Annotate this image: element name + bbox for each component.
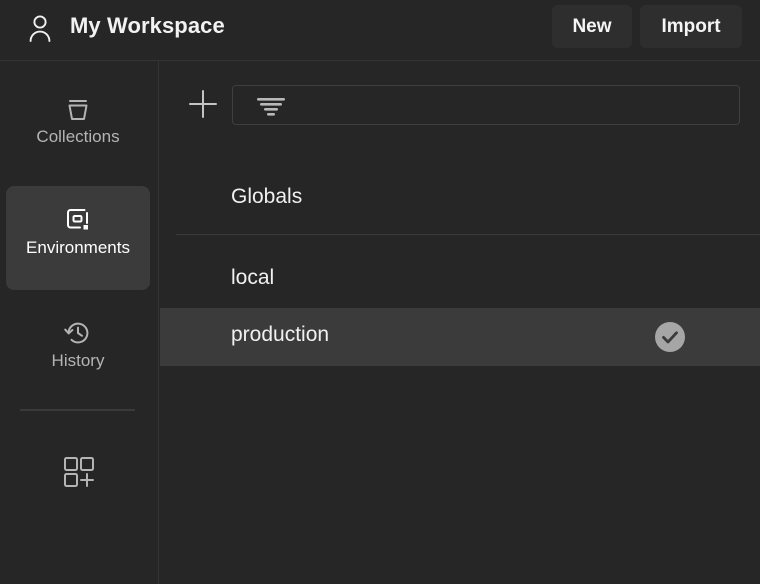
history-clock-icon <box>61 316 95 350</box>
sidebar-item-environments[interactable]: Environments <box>6 186 150 290</box>
sidebar-item-label: Collections <box>36 127 120 146</box>
sidebar: Collections Environments History <box>0 61 159 584</box>
collections-bucket-icon <box>61 92 95 126</box>
workspace-title: My Workspace <box>70 13 225 38</box>
sidebar-item-history[interactable]: History <box>6 310 150 386</box>
user-icon <box>24 12 56 44</box>
import-button[interactable]: Import <box>640 5 742 48</box>
sidebar-divider <box>20 409 135 411</box>
list-divider <box>176 234 760 235</box>
new-button[interactable]: New <box>552 5 632 48</box>
list-item[interactable]: local <box>160 250 760 308</box>
filter-icon <box>255 95 287 117</box>
sidebar-item-label: History <box>51 351 105 370</box>
add-environment-button[interactable] <box>185 86 221 122</box>
environments-icon <box>61 203 95 237</box>
environments-panel: Globals local production <box>160 61 760 584</box>
add-apps-grid-icon[interactable] <box>58 451 98 491</box>
environment-name: production <box>231 323 330 346</box>
environment-name: Globals <box>231 185 303 208</box>
app-window: My Workspace New Import Collections Envi… <box>0 0 760 584</box>
app-header: My Workspace New Import <box>0 0 760 61</box>
filter-input[interactable] <box>295 86 735 126</box>
sidebar-item-collections[interactable]: Collections <box>6 86 150 162</box>
list-item[interactable]: Globals <box>160 168 760 234</box>
filter-search-box[interactable] <box>232 85 740 126</box>
check-circle-icon[interactable] <box>654 321 686 353</box>
list-item[interactable]: production <box>160 308 760 366</box>
environment-name: local <box>231 266 275 289</box>
sidebar-item-label: Environments <box>26 238 130 257</box>
